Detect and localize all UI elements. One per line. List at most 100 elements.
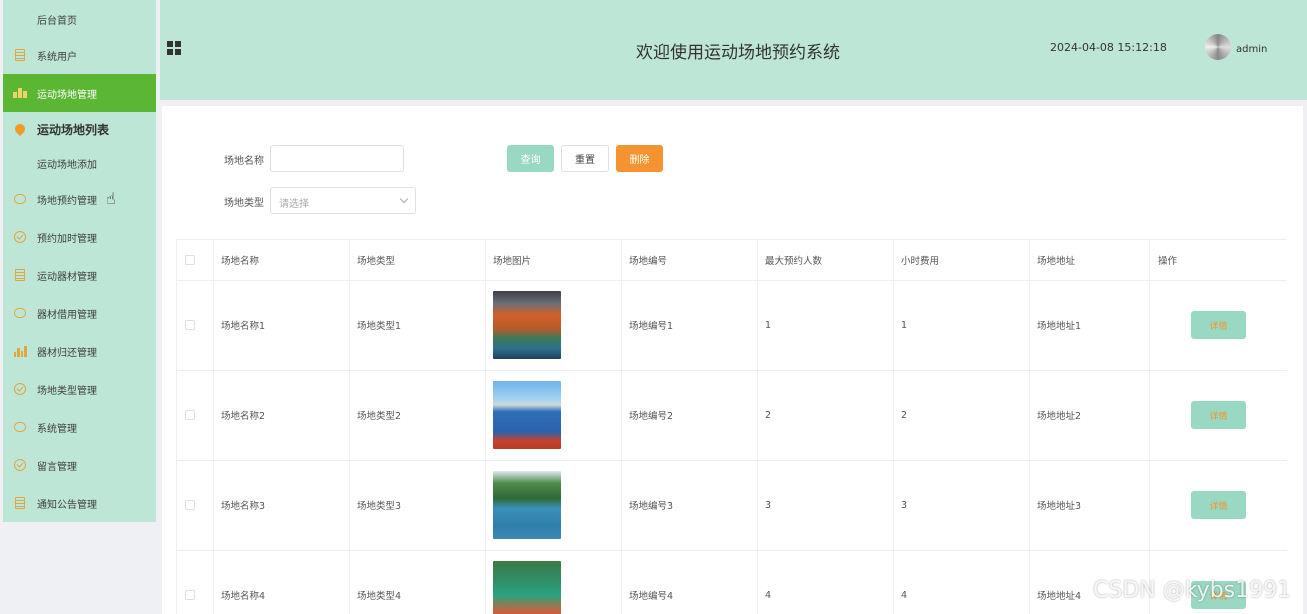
- venue-thumbnail-tennis-court: [493, 471, 561, 539]
- table-cell: 3: [757, 460, 894, 551]
- table-cell: 4: [893, 550, 1030, 614]
- sidebar-item-message-management[interactable]: 留言管理: [3, 446, 156, 484]
- menu-grid-icon[interactable]: [167, 41, 181, 55]
- venue-name-input[interactable]: [270, 145, 404, 172]
- detail-button[interactable]: 详情: [1191, 491, 1246, 519]
- sidebar-item-return-management[interactable]: 器材归还管理: [3, 332, 156, 370]
- column-header: 小时费用: [893, 240, 1030, 281]
- table-cell: 场地名称4: [213, 550, 350, 614]
- check-circle-icon: [14, 231, 26, 243]
- sidebar-item-label: 运动器材管理: [37, 271, 97, 283]
- column-header: 场地编号: [621, 240, 758, 281]
- image-cell: [485, 460, 622, 551]
- row-select-cell: [177, 370, 214, 461]
- sidebar-item-label: 系统用户: [37, 51, 77, 63]
- venue-type-label: 场地类型: [224, 198, 264, 209]
- column-header: 场地图片: [485, 240, 622, 281]
- table-cell: 2: [893, 370, 1030, 461]
- bar-chart-icon: [13, 345, 27, 357]
- table-cell: 场地编号4: [621, 550, 758, 614]
- sidebar-item-label: 通知公告管理: [37, 499, 97, 511]
- sidebar-item-label: 后台首页: [37, 15, 77, 27]
- sidebar-item-system-users[interactable]: 系统用户: [3, 36, 156, 74]
- check-circle-icon: [14, 383, 26, 395]
- row-checkbox[interactable]: [185, 590, 195, 600]
- sidebar-item-label: 预约加时管理: [37, 233, 97, 245]
- column-header: 场地地址: [1029, 240, 1150, 281]
- sidebar-item-equipment-management[interactable]: 运动器材管理: [3, 256, 156, 294]
- table-cell: 4: [757, 550, 894, 614]
- sidebar: 后台首页 系统用户 运动场地管理 运动场地列表 运动场地添加 场地预约管理 预约…: [3, 0, 156, 522]
- sidebar-item-venue-type-management[interactable]: 场地类型管理: [3, 370, 156, 408]
- table-cell: 2: [757, 370, 894, 461]
- sidebar-item-label: 运动场地列表: [37, 122, 110, 137]
- column-header: 场地名称: [213, 240, 350, 281]
- table-cell: 场地地址1: [1029, 280, 1150, 371]
- table-cell: 1: [893, 280, 1030, 371]
- mouse-cursor-icon: ☝: [106, 189, 116, 208]
- table-cell: 场地编号3: [621, 460, 758, 551]
- row-checkbox[interactable]: [185, 410, 195, 420]
- row-checkbox[interactable]: [185, 500, 195, 510]
- detail-button[interactable]: 详情: [1191, 401, 1246, 429]
- sidebar-item-venue-management[interactable]: 运动场地管理: [3, 74, 156, 112]
- column-header: 操作: [1149, 240, 1287, 281]
- row-select-cell: [177, 550, 214, 614]
- document-icon: [14, 49, 26, 61]
- action-cell: 详情: [1149, 460, 1287, 551]
- sidebar-item-venue-add[interactable]: 运动场地添加: [3, 144, 156, 182]
- watermark: CSDN @kybs1991: [1093, 578, 1292, 603]
- venue-type-select[interactable]: 请选择: [270, 187, 416, 214]
- image-cell: [485, 280, 622, 371]
- reset-button[interactable]: 重置: [561, 145, 609, 172]
- table-cell: 场地名称3: [213, 460, 350, 551]
- location-pin-icon: [12, 121, 28, 137]
- sidebar-item-notice-management[interactable]: 通知公告管理: [3, 484, 156, 522]
- sidebar-item-home[interactable]: 后台首页: [3, 0, 156, 38]
- sidebar-item-system-management[interactable]: 系统管理: [3, 408, 156, 446]
- chat-bubble-icon: [14, 193, 26, 205]
- username[interactable]: admin: [1236, 44, 1267, 55]
- detail-button[interactable]: 详情: [1191, 311, 1246, 339]
- sidebar-item-label: 运动场地添加: [37, 159, 97, 171]
- avatar[interactable]: [1205, 34, 1231, 60]
- sidebar-item-label: 留言管理: [37, 461, 77, 473]
- image-cell: [485, 370, 622, 461]
- page-title: 欢迎使用运动场地预约系统: [636, 43, 840, 63]
- table-cell: 场地类型1: [349, 280, 486, 371]
- sidebar-item-borrow-management[interactable]: 器材借用管理: [3, 294, 156, 332]
- venue-thumbnail-basketball-court: [493, 381, 561, 449]
- select-all-cell: [177, 240, 214, 281]
- image-cell: [485, 550, 622, 614]
- row-checkbox[interactable]: [185, 320, 195, 330]
- header-datetime: 2024-04-08 15:12:18: [1050, 41, 1167, 54]
- venue-thumbnail-indoor-court: [493, 291, 561, 359]
- chevron-down-icon: [399, 194, 409, 204]
- sidebar-item-overtime-management[interactable]: 预约加时管理: [3, 218, 156, 256]
- select-placeholder: 请选择: [279, 199, 309, 210]
- query-button[interactable]: 查询: [507, 145, 554, 172]
- sidebar-item-venue-list[interactable]: 运动场地列表: [3, 110, 156, 148]
- table-cell: 场地地址3: [1029, 460, 1150, 551]
- venue-name-label: 场地名称: [224, 156, 264, 167]
- chat-bubble-icon: [14, 421, 26, 433]
- table-cell: 场地类型4: [349, 550, 486, 614]
- sidebar-item-label: 场地类型管理: [37, 385, 97, 397]
- column-header: 最大预约人数: [757, 240, 894, 281]
- venue-thumbnail-outdoor-court: [493, 561, 561, 614]
- delete-button[interactable]: 删除: [616, 145, 663, 172]
- table-cell: 场地地址2: [1029, 370, 1150, 461]
- top-header: 欢迎使用运动场地预约系统 2024-04-08 15:12:18 admin: [160, 0, 1307, 100]
- sidebar-item-label: 系统管理: [37, 423, 77, 435]
- chat-bubble-icon: [14, 307, 26, 319]
- sidebar-item-label: 运动场地管理: [37, 89, 97, 101]
- table-cell: 1: [757, 280, 894, 371]
- select-all-checkbox[interactable]: [185, 255, 195, 265]
- sidebar-item-label: 场地预约管理: [37, 195, 97, 207]
- sidebar-item-label: 器材归还管理: [37, 347, 97, 359]
- table-cell: 场地类型2: [349, 370, 486, 461]
- venue-table: 场地名称 场地类型 场地图片 场地编号 最大预约人数 小时费用 场地地址 操作 …: [176, 239, 1287, 614]
- sidebar-item-booking-management[interactable]: 场地预约管理: [3, 180, 156, 218]
- table-cell: 场地编号2: [621, 370, 758, 461]
- table-cell: 场地名称1: [213, 280, 350, 371]
